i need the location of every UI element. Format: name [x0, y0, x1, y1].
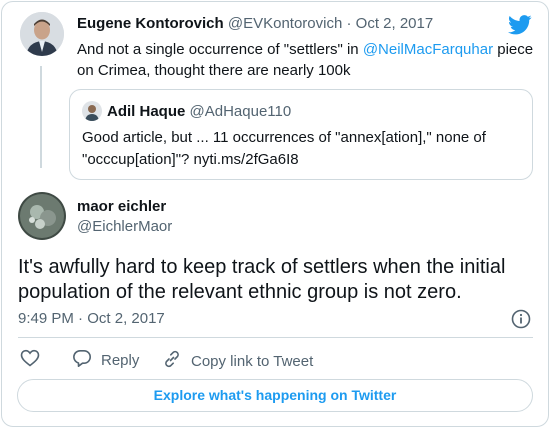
explore-twitter-button[interactable]: Explore what's happening on Twitter	[17, 379, 533, 412]
twitter-bird-icon[interactable]	[508, 15, 532, 35]
reply-icon	[72, 349, 92, 371]
link-icon	[162, 349, 182, 373]
main-author-handle[interactable]: @EichlerMaor	[77, 218, 172, 235]
quoted-text-line1: Good article, but ... 11 occurrences of …	[82, 129, 486, 146]
quoted-text: Good article, but ... 11 occurrences of …	[82, 127, 486, 171]
main-time[interactable]: 9:49 PM	[18, 310, 74, 327]
quoted-header: Adil Haque @AdHaque110	[107, 103, 291, 120]
avatar-maor-eichler[interactable]	[18, 192, 66, 240]
reply-label: Reply	[101, 351, 140, 369]
quoted-text-line2: "occcup[ation]"? nyti.ms/2fGa6I8	[82, 151, 299, 168]
reply-text-line1: And not a single occurrence of "settlers…	[77, 41, 534, 58]
main-author-name[interactable]: maor eichler	[77, 198, 166, 215]
reply-button[interactable]: Reply	[72, 349, 139, 371]
heart-icon	[20, 349, 40, 371]
quoted-author-name[interactable]: Adil Haque	[107, 103, 185, 120]
header-separator: ·	[346, 15, 352, 32]
timestamp-separator: ·	[78, 310, 84, 327]
reply-author-name[interactable]: Eugene Kontorovich	[77, 15, 224, 32]
copy-link-label: Copy link to Tweet	[191, 352, 314, 370]
avatar-eugene-kontorovich[interactable]	[20, 12, 64, 56]
main-tweet-line1: It's awfully hard to keep track of settl…	[18, 256, 506, 278]
reply-author-handle[interactable]: @EVKontorovich	[228, 15, 342, 32]
reply-header: Eugene Kontorovich @EVKontorovich · Oct …	[77, 15, 433, 32]
main-tweet-text: It's awfully hard to keep track of settl…	[18, 255, 505, 305]
main-timestamp[interactable]: 9:49 PM · Oct 2, 2017	[18, 310, 165, 327]
main-tweet-line2: population of the relevant ethnic group …	[18, 281, 462, 303]
reply-text: And not a single occurrence of "settlers…	[77, 39, 533, 81]
info-icon[interactable]	[511, 309, 531, 329]
quoted-author-handle[interactable]: @AdHaque110	[190, 103, 292, 120]
avatar-adil-haque[interactable]	[82, 101, 102, 121]
reply-date[interactable]: Oct 2, 2017	[356, 15, 434, 32]
divider	[18, 337, 533, 338]
thread-connector-line	[40, 66, 42, 168]
reply-text-line2: on Crimea, thought there are nearly 100k	[77, 62, 351, 79]
copy-link-button[interactable]: Copy link to Tweet	[162, 349, 313, 373]
mention-link[interactable]: @NeilMacFarquhar	[363, 41, 493, 58]
like-button[interactable]	[20, 349, 40, 371]
main-date[interactable]: Oct 2, 2017	[87, 310, 165, 327]
